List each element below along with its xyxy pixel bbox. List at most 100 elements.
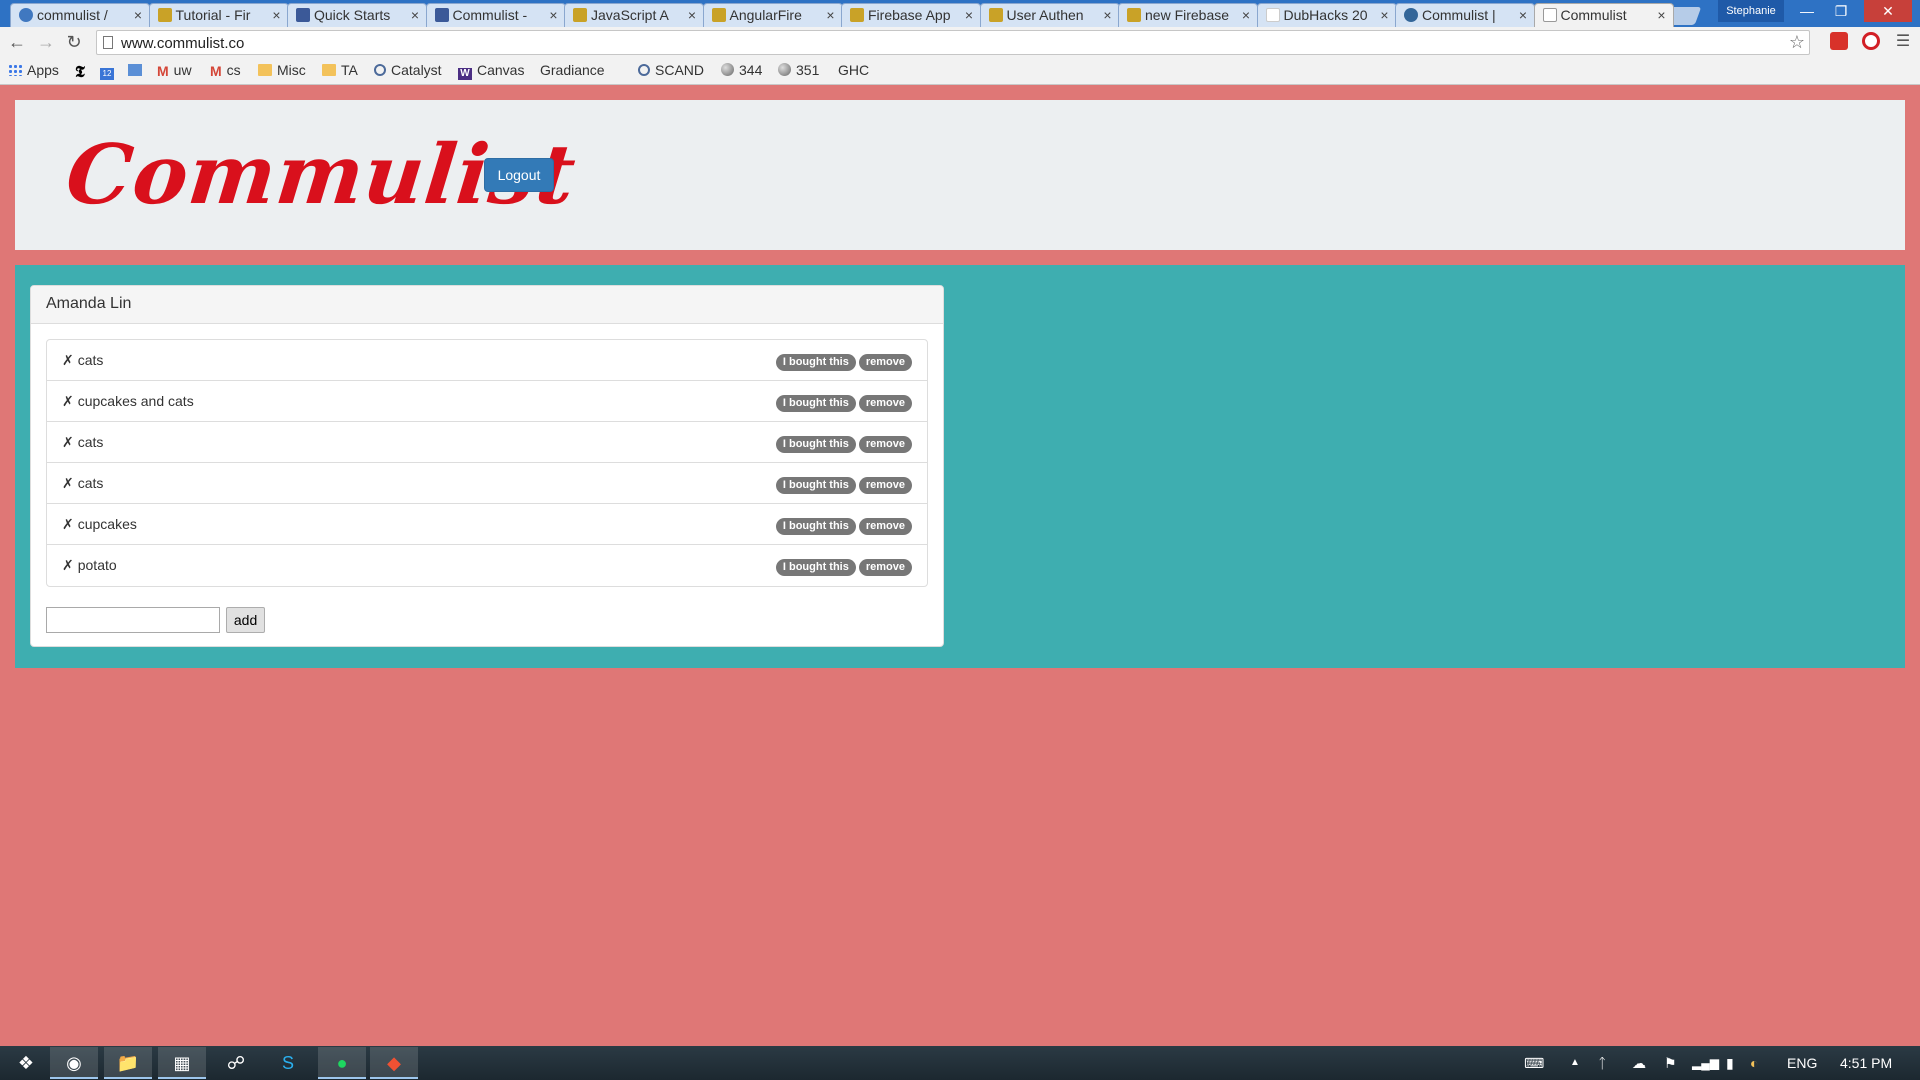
network-icon[interactable]: ☍ — [212, 1047, 260, 1079]
windows-start-icon[interactable]: ❖ — [2, 1047, 50, 1079]
profile-button[interactable]: Stephanie — [1718, 0, 1784, 22]
delete-x-icon[interactable]: ✗ — [62, 393, 74, 409]
tray-expand-icon[interactable]: ▲ — [1570, 1046, 1580, 1080]
action-center-flag-icon[interactable]: ⚑ — [1664, 1046, 1677, 1080]
tab-close-icon[interactable]: × — [1242, 7, 1250, 23]
bookmark-item[interactable]: Misc — [258, 62, 306, 78]
chrome-icon[interactable]: ◉ — [50, 1047, 98, 1079]
bought-this-button[interactable]: I bought this — [775, 477, 856, 494]
browser-tab[interactable]: DubHacks 20 × — [1256, 3, 1397, 27]
browser-tab[interactable]: new Firebase × — [1118, 3, 1258, 27]
extension-bookmark-icon[interactable] — [1830, 32, 1848, 50]
bought-this-button[interactable]: I bought this — [775, 518, 856, 535]
bought-this-button[interactable]: I bought this — [775, 395, 856, 412]
bookmark-item[interactable]: Mcs — [210, 62, 241, 79]
gmail-icon: M — [210, 63, 222, 79]
tab-close-icon[interactable]: × — [1657, 7, 1665, 23]
bookmark-item[interactable]: TA — [322, 62, 358, 78]
extension-opera-icon[interactable] — [1862, 32, 1880, 50]
remove-button[interactable]: remove — [858, 559, 912, 576]
browser-tab[interactable]: Commulist - × — [425, 3, 566, 27]
browser-tab[interactable]: AngularFire × — [702, 3, 843, 27]
tab-close-icon[interactable]: × — [272, 7, 280, 23]
bookmark-label: TA — [341, 62, 358, 78]
bookmark-item[interactable]: 351 — [778, 62, 819, 78]
bookmark-item[interactable]: Catalyst — [374, 62, 442, 78]
item-name: cats — [77, 475, 104, 491]
bought-this-button[interactable]: I bought this — [775, 354, 856, 371]
weather-icon[interactable]: ◐ — [1750, 1046, 1758, 1080]
delete-x-icon[interactable]: ✗ — [62, 475, 74, 491]
bookmark-item[interactable]: Gradiance — [540, 62, 605, 160]
browser-tab[interactable]: JavaScript A × — [564, 3, 704, 27]
tab-title: Commulist — [1560, 7, 1627, 23]
close-window-icon[interactable]: ✕ — [1864, 0, 1912, 22]
spotify-icon[interactable]: ● — [318, 1047, 366, 1079]
delete-x-icon[interactable]: ✗ — [62, 434, 74, 450]
bookmark-item[interactable]: GHC — [838, 62, 869, 160]
delete-x-icon[interactable]: ✗ — [62, 516, 74, 532]
remove-button[interactable]: remove — [858, 395, 912, 412]
onedrive-icon[interactable]: ☁ — [1632, 1046, 1646, 1080]
browser-tab[interactable]: Tutorial - Fir × — [148, 3, 289, 27]
reload-icon[interactable]: ↻ — [63, 31, 85, 53]
browser-tab[interactable]: Firebase App × — [841, 3, 981, 27]
minimize-icon[interactable]: — — [1790, 0, 1824, 22]
address-bar[interactable]: www.commulist.co ☆ — [96, 30, 1810, 55]
bluetooth-icon[interactable]: ᛏ — [1598, 1046, 1606, 1080]
tab-close-icon[interactable]: × — [826, 7, 834, 23]
restore-icon[interactable]: ❐ — [1824, 0, 1858, 22]
remove-button[interactable]: remove — [858, 436, 912, 453]
file-explorer-icon[interactable]: 📁 — [104, 1047, 152, 1079]
browser-tab[interactable]: commulist / × — [10, 3, 150, 27]
bought-this-button[interactable]: I bought this — [775, 559, 856, 576]
bookmark-item[interactable]: Muw — [157, 62, 192, 79]
clock[interactable]: 4:51 PM — [1840, 1046, 1892, 1080]
language-indicator[interactable]: ENG — [1787, 1046, 1817, 1080]
tab-close-icon[interactable]: × — [688, 7, 696, 23]
delete-x-icon[interactable]: ✗ — [62, 557, 74, 573]
tab-close-icon[interactable]: × — [134, 7, 142, 23]
logout-button[interactable]: Logout — [484, 158, 554, 192]
item-name: potato — [77, 557, 117, 573]
remove-button[interactable]: remove — [858, 518, 912, 535]
browser-tab[interactable]: User Authen × — [979, 3, 1120, 27]
new-item-input[interactable] — [46, 607, 220, 633]
skype-icon[interactable]: S — [264, 1047, 312, 1079]
bookmark-item[interactable]: W Canvas — [458, 62, 524, 80]
browser-tab[interactable]: Quick Starts × — [287, 3, 427, 27]
bookmark-item[interactable] — [128, 62, 147, 78]
tab-close-icon[interactable]: × — [549, 7, 557, 23]
tab-close-icon[interactable]: × — [965, 7, 973, 23]
bookmark-item[interactable]: 12 — [100, 62, 119, 80]
browser-tab[interactable]: Commulist × — [1533, 3, 1674, 27]
tab-close-icon[interactable]: × — [411, 7, 419, 23]
bookmark-item[interactable]: 344 — [721, 62, 762, 78]
ball-icon — [778, 63, 791, 76]
bookmark-star-icon[interactable]: ☆ — [1789, 32, 1805, 53]
wifi-signal-icon[interactable]: ▂▄▆ — [1692, 1046, 1719, 1080]
tab-close-icon[interactable]: × — [1519, 7, 1527, 23]
delete-x-icon[interactable]: ✗ — [62, 352, 74, 368]
bookmark-item[interactable]: SCAND — [638, 62, 704, 78]
add-item-button[interactable]: add — [225, 607, 266, 633]
chrome-menu-icon[interactable]: ☰ — [1892, 31, 1914, 53]
back-arrow-icon[interactable]: ← — [6, 31, 28, 53]
database-icon — [711, 8, 726, 22]
browser-tab[interactable]: Commulist | × — [1395, 3, 1535, 27]
bookmark-item[interactable]: Apps — [8, 62, 59, 78]
remove-button[interactable]: remove — [858, 354, 912, 371]
battery-icon[interactable]: ▮ — [1726, 1046, 1734, 1080]
bought-this-button[interactable]: I bought this — [775, 436, 856, 453]
nyt-icon: 𝕿 — [75, 62, 85, 81]
forward-arrow-icon[interactable]: → — [35, 31, 57, 53]
bookmark-item[interactable]: 𝕿 — [75, 62, 90, 81]
tab-close-icon[interactable]: × — [1380, 7, 1388, 23]
bookmark-label: 344 — [739, 62, 763, 78]
sublime-icon[interactable]: ▦ — [158, 1047, 206, 1079]
database-icon — [988, 8, 1003, 22]
git-icon[interactable]: ◆ — [370, 1047, 418, 1079]
remove-button[interactable]: remove — [858, 477, 912, 494]
tab-close-icon[interactable]: × — [1103, 7, 1111, 23]
keyboard-icon[interactable]: ⌨ — [1524, 1046, 1544, 1080]
